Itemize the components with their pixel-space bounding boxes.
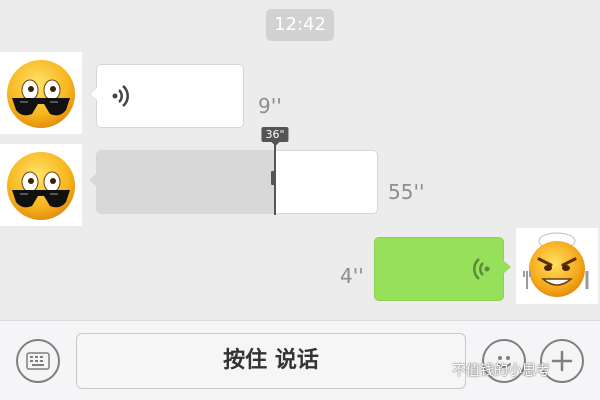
- voice-duration: 55'': [388, 180, 425, 204]
- sunglasses-emoji-avatar[interactable]: [0, 144, 82, 226]
- voice-duration: 4'': [340, 264, 364, 288]
- plus-icon: [551, 350, 573, 372]
- watermark-text: 不值钱的小思考: [452, 363, 550, 379]
- voice-duration: 9'': [258, 94, 282, 118]
- voice-wave-icon: [112, 85, 129, 107]
- keyboard-toggle-button[interactable]: [16, 339, 60, 383]
- timestamp: 12:42: [266, 9, 334, 41]
- playback-position-label: 36": [261, 127, 289, 146]
- voice-wave-icon: [473, 258, 490, 280]
- scrubber-knob[interactable]: [271, 171, 275, 185]
- hold-to-talk-button[interactable]: 按住 说话: [76, 333, 466, 389]
- sunglasses-emoji-icon: [7, 60, 75, 128]
- keyboard-icon: [26, 352, 50, 370]
- played-portion: [97, 151, 275, 213]
- voice-message-bubble-outgoing[interactable]: [374, 237, 511, 301]
- chef-emoji-icon: [523, 232, 589, 297]
- chef-emoji-avatar[interactable]: [516, 228, 598, 304]
- sunglasses-emoji-icon: [7, 152, 75, 220]
- chat-area[interactable]: 12:42 9'' 36" 55'' 4'': [0, 0, 600, 320]
- voice-message-bubble[interactable]: [89, 64, 244, 128]
- sunglasses-emoji-avatar[interactable]: [0, 52, 82, 134]
- voice-message-playing[interactable]: 36": [89, 127, 378, 215]
